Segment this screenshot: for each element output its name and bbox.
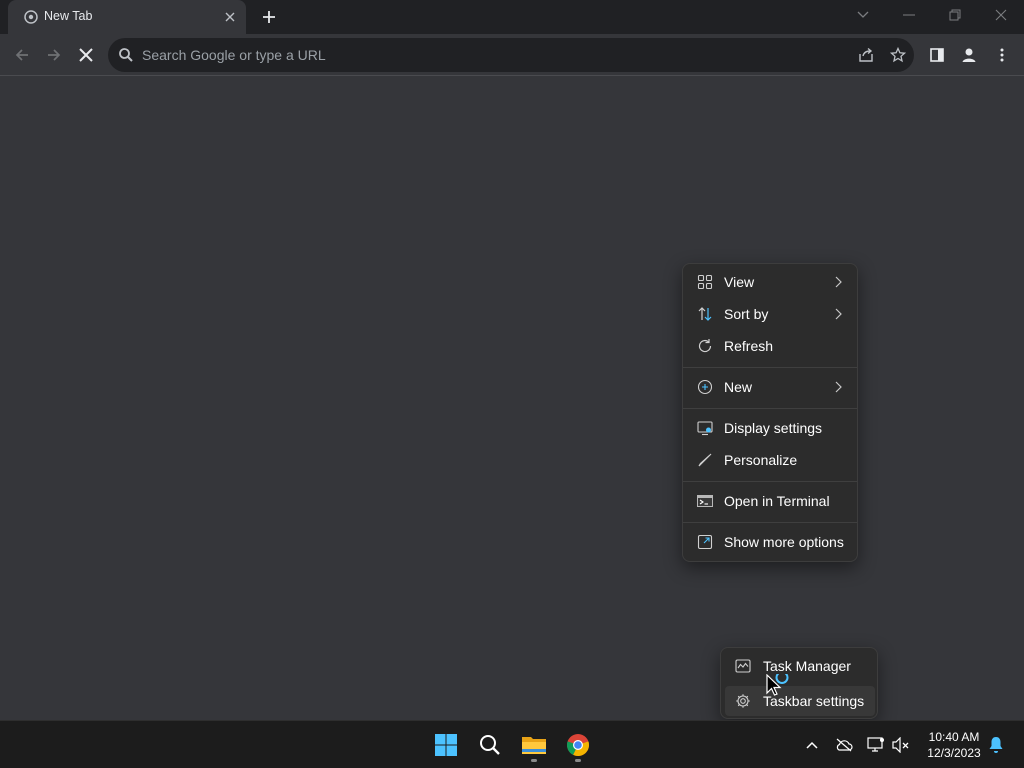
menu-item-open-in-terminal[interactable]: Open in Terminal (687, 486, 855, 516)
menu-item-label: View (724, 274, 755, 290)
taskbar-context-menu: Task Manager Taskbar settings (720, 647, 878, 719)
profile-icon[interactable] (957, 43, 981, 67)
menu-item-refresh[interactable]: Refresh (687, 331, 855, 361)
mouse-cursor-busy-icon (766, 671, 792, 700)
stop-loading-button[interactable] (74, 43, 98, 67)
chevron-right-icon (833, 380, 843, 394)
notification-bell-icon[interactable] (986, 735, 1006, 755)
start-icon[interactable] (428, 727, 464, 763)
sort-icon (697, 306, 713, 322)
menu-separator (683, 481, 857, 482)
menu-item-personalize[interactable]: Personalize (687, 445, 855, 475)
chevron-right-icon (833, 275, 843, 289)
menu-item-label: Personalize (724, 452, 798, 468)
chevron-up-icon[interactable] (802, 735, 822, 755)
menu-item-label: Open in Terminal (724, 493, 830, 509)
network-icon[interactable] (866, 735, 886, 755)
search-icon (118, 47, 134, 63)
clock-time: 10:40 AM (928, 730, 980, 744)
task-manager-icon (735, 658, 751, 674)
forward-button[interactable] (42, 43, 66, 67)
menu-item-taskbar-settings[interactable]: Taskbar settings (725, 686, 875, 716)
desktop-context-menu: View Sort by Refresh New Display setting… (682, 263, 858, 562)
refresh-icon (697, 338, 713, 354)
bookmark-star-icon[interactable] (886, 43, 910, 67)
file-explorer-icon[interactable] (516, 727, 552, 763)
close-window-icon[interactable] (978, 0, 1024, 30)
menu-item-display-settings[interactable]: Display settings (687, 413, 855, 443)
new-tab-button[interactable] (258, 6, 280, 28)
menu-item-label: Task Manager (763, 658, 851, 674)
chrome-icon[interactable] (560, 727, 596, 763)
tab-search-icon[interactable] (840, 0, 886, 30)
side-panel-icon[interactable] (925, 43, 949, 67)
kebab-menu-icon[interactable] (990, 43, 1014, 67)
taskbar: 10:40 AM 12/3/2023 (0, 720, 1024, 768)
running-indicator (531, 759, 537, 762)
chevron-right-icon (833, 307, 843, 321)
tab-title: New Tab (44, 9, 93, 23)
omnibox[interactable] (108, 38, 914, 72)
brush-icon (697, 452, 713, 468)
share-icon[interactable] (854, 43, 878, 67)
back-button[interactable] (10, 43, 34, 67)
menu-item-sort-by[interactable]: Sort by (687, 299, 855, 329)
volume-muted-icon[interactable] (891, 735, 911, 755)
menu-item-label: Refresh (724, 338, 774, 354)
minimize-icon[interactable] (886, 0, 932, 30)
menu-separator (683, 408, 857, 409)
menu-item-label: Show more options (724, 534, 844, 550)
menu-separator (683, 367, 857, 368)
tab-close-icon[interactable] (222, 9, 238, 25)
menu-item-task-manager[interactable]: Task Manager (725, 651, 875, 681)
screen: New Tab Search Google or type a URL View… (0, 0, 1024, 768)
restore-icon[interactable] (932, 0, 978, 30)
tab-strip: New Tab (0, 0, 1024, 34)
gear-icon (735, 693, 751, 709)
display-icon (697, 420, 713, 436)
menu-item-view[interactable]: View (687, 267, 855, 297)
clock-date: 12/3/2023 (927, 746, 981, 760)
menu-item-label: New (724, 379, 753, 395)
search-icon[interactable] (472, 727, 508, 763)
plus-circle-icon (697, 379, 713, 395)
cloud-offline-icon[interactable] (834, 735, 854, 755)
menu-item-label: Display settings (724, 420, 823, 436)
external-icon (697, 534, 713, 550)
menu-item-new[interactable]: New (687, 372, 855, 402)
chrome-favicon-icon (24, 10, 38, 24)
system-clock[interactable]: 10:40 AM 12/3/2023 (918, 729, 990, 761)
grid-icon (697, 274, 713, 290)
address-input[interactable] (142, 38, 822, 72)
running-indicator (575, 759, 581, 762)
terminal-icon (697, 493, 713, 509)
menu-separator (683, 522, 857, 523)
tab-new-tab[interactable]: New Tab (8, 0, 246, 34)
menu-item-show-more-options[interactable]: Show more options (687, 527, 855, 557)
menu-item-label: Sort by (724, 306, 769, 322)
browser-toolbar (0, 34, 1024, 76)
